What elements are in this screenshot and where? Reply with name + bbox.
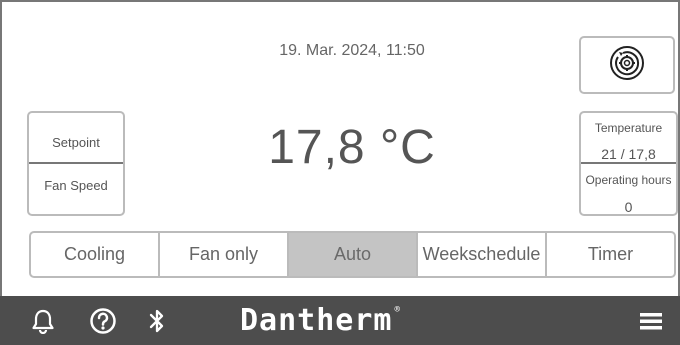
operating-hours-value: 0 — [624, 199, 633, 215]
mode-cooling[interactable]: Cooling — [31, 233, 160, 276]
mode-timer[interactable]: Timer — [547, 233, 674, 276]
datetime-display: 19. Mar. 2024, 11:50 — [279, 42, 425, 59]
operating-hours-label: Operating hours — [585, 173, 672, 187]
thermostat-screen: 19. Mar. 2024, 11:50 Setpoint Fan Speed … — [0, 0, 680, 345]
divider — [581, 162, 676, 164]
fanspeed-label: Fan Speed — [44, 178, 108, 193]
bell-icon[interactable] — [28, 306, 58, 336]
divider — [29, 162, 123, 164]
settings-button[interactable] — [579, 36, 675, 94]
status-panel[interactable]: Temperature 21 / 17,8 Operating hours 0 — [579, 111, 678, 216]
registered-mark: ® — [394, 305, 401, 315]
setpoint-fanspeed-panel[interactable]: Setpoint Fan Speed — [27, 111, 125, 216]
help-icon[interactable] — [88, 306, 118, 336]
bluetooth-icon[interactable] — [142, 306, 172, 336]
mode-weekschedule[interactable]: Weekschedule — [418, 233, 547, 276]
brand-name: Dantherm — [240, 302, 393, 338]
temperature-value: 21 / 17,8 — [601, 146, 656, 162]
current-temperature: 17,8 °C — [268, 121, 436, 174]
temperature-label: Temperature — [594, 121, 663, 135]
gear-cycle-icon — [609, 45, 645, 86]
setpoint-label: Setpoint — [52, 135, 100, 150]
mode-fan-only[interactable]: Fan only — [160, 233, 289, 276]
bottom-bar: Dantherm ® — [0, 296, 680, 345]
mode-auto[interactable]: Auto — [289, 233, 418, 276]
menu-icon[interactable] — [636, 306, 666, 336]
brand-logo: Dantherm ® — [240, 302, 450, 338]
main-panel: 19. Mar. 2024, 11:50 Setpoint Fan Speed … — [0, 0, 680, 296]
mode-selector: Cooling Fan only Auto Weekschedule Timer — [29, 231, 676, 278]
